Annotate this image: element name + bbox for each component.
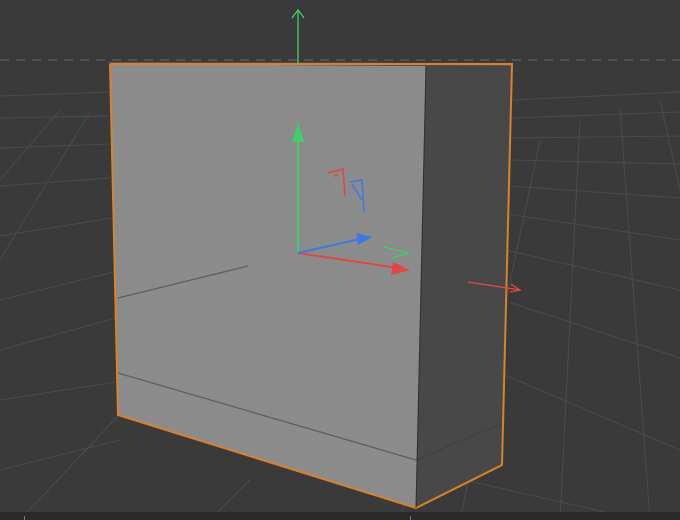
strip-tick	[410, 516, 411, 520]
selected-cube[interactable]	[108, 62, 514, 510]
3d-viewport[interactable]	[0, 0, 680, 520]
cube-front-face[interactable]	[110, 64, 426, 508]
strip-tick	[24, 516, 25, 520]
viewport-bottom-strip	[0, 512, 680, 520]
world-y-axis-arrow-icon[interactable]	[291, 8, 305, 64]
viewport-canvas[interactable]	[0, 0, 680, 520]
